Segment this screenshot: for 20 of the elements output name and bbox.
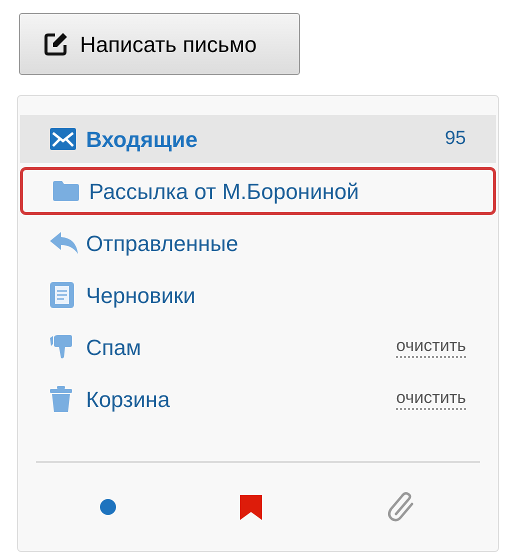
folder-item[interactable]: Черновики bbox=[20, 271, 496, 319]
folder-item[interactable]: Отправленные bbox=[20, 219, 496, 267]
thumbs-down-icon bbox=[50, 335, 72, 359]
trash-icon bbox=[50, 386, 72, 412]
compose-button[interactable]: Написать письмо bbox=[19, 13, 300, 75]
envelope-icon bbox=[50, 128, 76, 150]
unread-dot-icon[interactable] bbox=[100, 499, 116, 515]
folder-item[interactable]: Корзина очистить bbox=[20, 375, 496, 423]
clear-link[interactable]: очистить bbox=[396, 388, 466, 410]
folder-item[interactable]: Рассылка от М.Борониной bbox=[20, 167, 496, 215]
reply-arrow-icon bbox=[50, 232, 78, 254]
edit-icon bbox=[44, 32, 68, 56]
paperclip-icon[interactable] bbox=[386, 492, 416, 522]
document-icon bbox=[50, 282, 74, 308]
folder-item[interactable]: Спам очистить bbox=[20, 323, 496, 371]
bookmark-icon[interactable] bbox=[240, 494, 262, 520]
folder-item[interactable]: Входящие 95 bbox=[20, 115, 496, 163]
clear-link[interactable]: очистить bbox=[396, 336, 466, 358]
unread-count: 95 bbox=[444, 126, 466, 151]
folder-icon bbox=[53, 181, 79, 201]
